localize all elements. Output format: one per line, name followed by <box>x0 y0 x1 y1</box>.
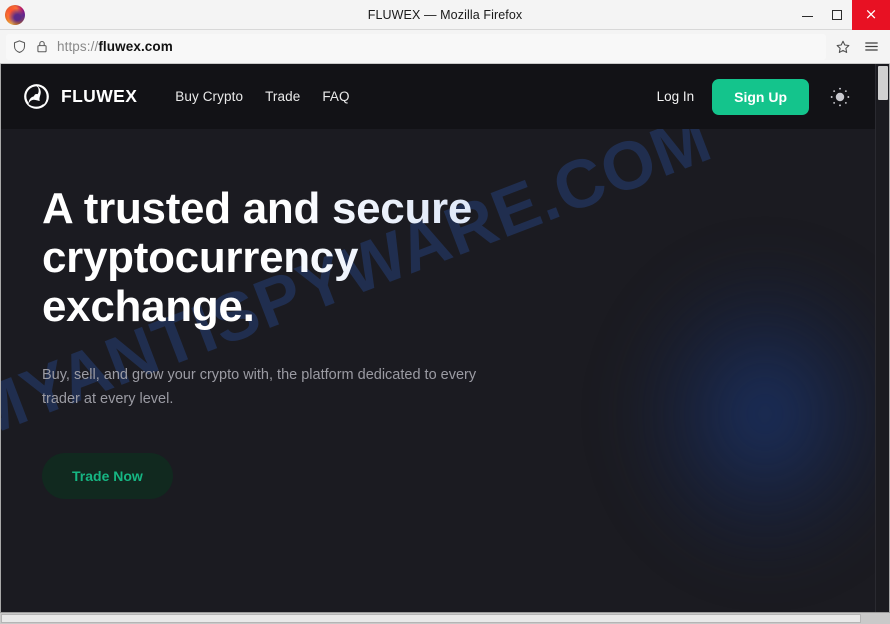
minimize-button[interactable] <box>792 0 822 30</box>
hero-section: MYANTISPYWARE.COM A trusted and secure c… <box>1 129 875 612</box>
minimize-icon <box>801 16 813 17</box>
horizontal-scrollbar[interactable] <box>0 612 890 624</box>
url-host: fluwex.com <box>98 39 173 54</box>
window-controls: × <box>792 0 890 30</box>
address-bar[interactable]: https://fluwex.com <box>6 33 826 60</box>
maximize-icon <box>832 9 842 20</box>
brand-logo[interactable]: FLUWEX <box>23 83 137 110</box>
hero-subtitle: Buy, sell, and grow your crypto with, th… <box>42 367 477 407</box>
brand-name: FLUWEX <box>61 86 138 106</box>
hamburger-menu-icon[interactable] <box>858 34 884 60</box>
window-titlebar: FLUWEX — Mozilla Firefox × <box>0 0 890 30</box>
url-text[interactable]: https://fluwex.com <box>57 39 173 54</box>
vertical-scrollbar-thumb[interactable] <box>878 66 888 100</box>
signup-button[interactable]: Sign Up <box>712 78 809 115</box>
close-icon: × <box>864 5 878 23</box>
browser-window: FLUWEX — Mozilla Firefox × https://fluwe… <box>0 0 890 624</box>
page-viewport: FLUWEX Buy Crypto Trade FAQ Log In Sign … <box>0 64 890 612</box>
nav-link-buy-crypto[interactable]: Buy Crypto <box>175 89 243 104</box>
close-button[interactable]: × <box>852 0 890 30</box>
tracking-protection-shield-icon[interactable] <box>12 39 27 54</box>
hero-title: A trusted and secure cryptocurrency exch… <box>42 184 562 331</box>
maximize-button[interactable] <box>822 0 852 30</box>
padlock-secure-icon[interactable] <box>35 39 49 54</box>
nav-actions: Log In Sign Up <box>657 78 853 115</box>
nav-link-faq[interactable]: FAQ <box>322 89 349 104</box>
window-title: FLUWEX — Mozilla Firefox <box>367 7 523 22</box>
sun-theme-toggle-icon[interactable] <box>827 84 853 110</box>
site-navbar: FLUWEX Buy Crypto Trade FAQ Log In Sign … <box>1 64 875 129</box>
firefox-logo-icon <box>5 4 25 25</box>
nav-links: Buy Crypto Trade FAQ <box>175 89 349 104</box>
toolbar-actions <box>826 34 884 60</box>
url-scheme: https:// <box>57 39 99 54</box>
nav-link-trade[interactable]: Trade <box>265 89 300 104</box>
horizontal-scrollbar-thumb[interactable] <box>1 614 861 623</box>
fluwex-swirl-logo-icon <box>23 83 50 110</box>
browser-toolbar: https://fluwex.com <box>0 30 890 64</box>
vertical-scrollbar[interactable] <box>875 64 889 612</box>
login-link[interactable]: Log In <box>657 89 695 104</box>
hero-content: A trusted and secure cryptocurrency exch… <box>1 129 875 499</box>
trade-now-button[interactable]: Trade Now <box>42 453 173 499</box>
web-page: FLUWEX Buy Crypto Trade FAQ Log In Sign … <box>1 64 875 612</box>
star-bookmark-icon[interactable] <box>830 34 856 60</box>
